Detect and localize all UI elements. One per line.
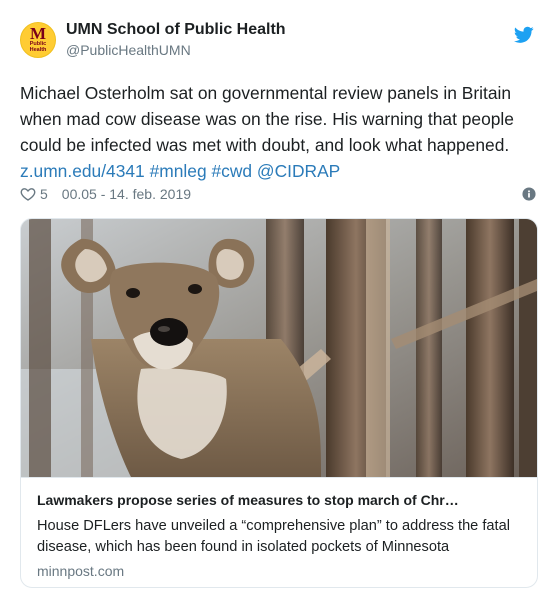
avatar-logo-letter: M: [29, 24, 47, 43]
tweet-hashtag-mnleg[interactable]: #mnleg: [150, 161, 207, 181]
tweet-meta: 5 00.05 - 14. feb. 2019: [20, 184, 538, 204]
tweet-timestamp[interactable]: 00.05 - 14. feb. 2019: [62, 186, 191, 202]
like-count[interactable]: 5: [40, 186, 48, 202]
tweet-link-url[interactable]: z.umn.edu/4341: [20, 161, 145, 181]
tweet-text: Michael Osterholm sat on governmental re…: [20, 80, 540, 184]
author-display-name[interactable]: UMN School of Public Health: [66, 20, 286, 40]
avatar[interactable]: M Public Health: [20, 22, 56, 58]
deer-photo[interactable]: [21, 219, 537, 477]
author-names: UMN School of Public Health @PublicHealt…: [66, 20, 286, 59]
info-icon[interactable]: [522, 187, 536, 201]
tweet-header: M Public Health UMN School of Public Hea…: [20, 20, 538, 66]
card-title[interactable]: Lawmakers propose series of measures to …: [37, 491, 521, 510]
card-description: House DFLers have unveiled a “comprehens…: [37, 518, 510, 555]
author-handle[interactable]: @PublicHealthUMN: [66, 41, 286, 59]
avatar-logo-text: Public Health: [29, 41, 47, 53]
link-card[interactable]: Lawmakers propose series of measures to …: [20, 218, 538, 588]
tweet-body: Michael Osterholm sat on governmental re…: [20, 83, 514, 155]
heart-icon[interactable]: [20, 186, 36, 202]
twitter-bird-icon[interactable]: [514, 26, 534, 44]
tweet-hashtag-cwd[interactable]: #cwd: [211, 161, 252, 181]
card-body: Lawmakers propose series of measures to …: [21, 477, 537, 581]
card-domain: minnpost.com: [37, 563, 125, 579]
tweet-mention-cidrap[interactable]: @CIDRAP: [257, 161, 340, 181]
embedded-tweet: M Public Health UMN School of Public Hea…: [0, 0, 558, 606]
